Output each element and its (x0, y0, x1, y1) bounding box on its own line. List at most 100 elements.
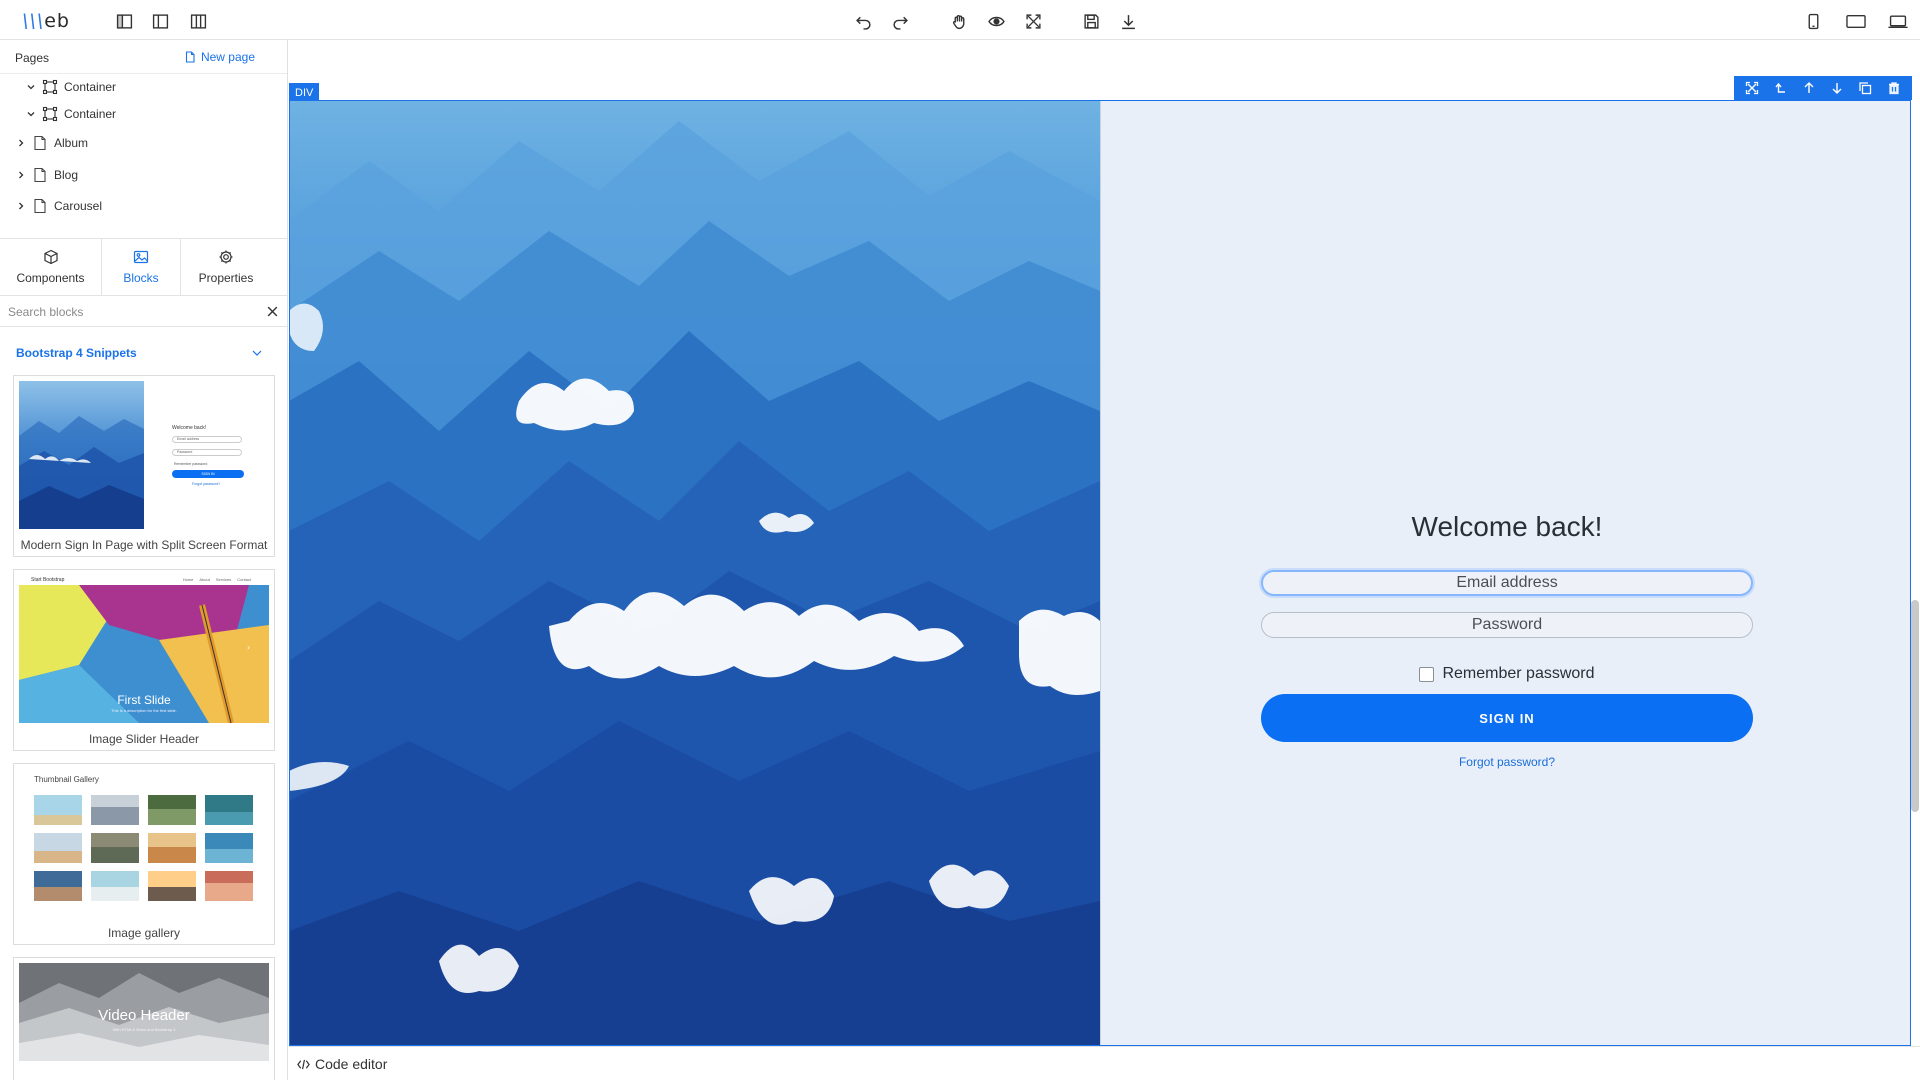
thumb-gallery-title: Thumbnail Gallery (34, 775, 99, 784)
code-icon (297, 1059, 310, 1069)
svg-text:›: › (247, 643, 250, 652)
pages-title: Pages (15, 51, 50, 65)
block-card-slider[interactable]: Start Bootstrap Home About Services Cont… (13, 569, 275, 751)
tab-label: Properties (198, 271, 254, 285)
tree-item-label: Container (64, 107, 117, 121)
pages-header: Pages New page (0, 40, 287, 74)
top-toolbar: \\\ eb (0, 0, 1920, 40)
select-parent-icon[interactable] (1772, 80, 1788, 96)
tree-item-label: Album (54, 136, 89, 150)
block-card-video[interactable]: Video Header With HTML5 Video and Bootst… (13, 957, 275, 1080)
block-label: Modern Sign In Page with Split Screen Fo… (20, 538, 268, 552)
thumb-video-title: Video Header (98, 1007, 190, 1024)
chevron-right-icon[interactable] (16, 138, 26, 148)
tree-item-blog[interactable]: Blog (16, 164, 78, 186)
tree-item-album[interactable]: Album (16, 132, 88, 154)
duplicate-icon[interactable] (1857, 80, 1873, 96)
block-thumb-video: Video Header With HTML5 Video and Bootst… (19, 963, 269, 1061)
tab-components[interactable]: Components (0, 239, 101, 295)
container-icon (42, 79, 58, 95)
thumb-nav-about: About (199, 577, 210, 582)
thumb-nav: Home About Services Contact (183, 577, 251, 582)
desktop-view-icon[interactable] (1885, 10, 1911, 32)
move-down-icon[interactable] (1829, 80, 1845, 96)
gallery-thumbnail (34, 795, 253, 901)
block-label: Image Slider Header (88, 732, 200, 746)
code-editor-button[interactable]: Code editor (297, 1056, 387, 1072)
tree-item-container-2[interactable]: Container (26, 103, 116, 125)
layout-right-icon[interactable] (187, 10, 209, 32)
logo-text: eb (44, 10, 70, 32)
chevron-down-icon[interactable] (26, 109, 36, 119)
preview-eye-icon[interactable] (985, 10, 1007, 32)
blocks-search (0, 297, 287, 327)
search-input[interactable] (8, 303, 258, 321)
gallery-row-2 (34, 833, 253, 863)
save-icon[interactable] (1080, 10, 1102, 32)
move-up-icon[interactable] (1801, 80, 1817, 96)
close-icon[interactable] (266, 305, 279, 318)
mobile-view-icon[interactable] (1802, 10, 1824, 32)
thumb-nav-contact: Contact (237, 577, 251, 582)
tree-item-label: Carousel (54, 199, 103, 213)
layout-left-icon[interactable] (113, 10, 135, 32)
block-thumb-slider: Start Bootstrap Home About Services Cont… (19, 575, 269, 723)
gallery-row-1 (34, 795, 253, 825)
image-icon (133, 250, 149, 264)
tree-item-label: Blog (54, 168, 79, 182)
fullscreen-select-icon[interactable] (1744, 80, 1760, 96)
cube-icon (43, 249, 58, 265)
container-icon (42, 106, 58, 122)
block-card-gallery[interactable]: Thumbnail Gallery Image gallery (13, 763, 275, 945)
canvas-scrollbar[interactable] (1911, 600, 1919, 812)
thumb-slide-text: This is a description for the first slid… (111, 708, 177, 713)
thumb-nav-services: Services (215, 577, 232, 582)
page-icon (34, 167, 46, 183)
block-card-signin[interactable]: Welcome back! Email address Password Rem… (13, 375, 275, 557)
thumb-email-field: Email address (172, 436, 242, 443)
app-logo[interactable]: \\\ eb (22, 9, 70, 33)
tab-label: Components (16, 271, 85, 285)
group-title: Bootstrap 4 Snippets (16, 346, 137, 360)
undo-icon[interactable] (852, 10, 874, 32)
tree-item-container-1[interactable]: Container (26, 76, 116, 98)
new-page-label: New page (200, 50, 255, 64)
fullscreen-icon[interactable] (1022, 10, 1044, 32)
thumb-forgot: Forgot password? (192, 482, 221, 486)
delete-icon[interactable] (1886, 80, 1902, 96)
chevron-down-icon[interactable] (251, 347, 263, 359)
tab-label: Blocks (123, 271, 159, 285)
thumb-nav-home: Home (182, 577, 194, 582)
selection-outline (289, 100, 1911, 1046)
hand-icon[interactable] (948, 10, 970, 32)
thumb-welcome: Welcome back! (172, 425, 207, 431)
editor-canvas[interactable]: DIV Welcome back! Email address Remember… (289, 40, 1920, 1046)
chevron-right-icon[interactable] (16, 201, 26, 211)
tab-properties[interactable]: Properties (181, 239, 271, 295)
panel-tabs: Components Blocks Properties (0, 238, 287, 296)
new-page-icon (185, 51, 195, 63)
page-icon (34, 198, 46, 214)
blocks-group-header[interactable]: Bootstrap 4 Snippets (0, 336, 287, 366)
redo-icon[interactable] (889, 10, 911, 32)
thumb-brand: Start Bootstrap (31, 577, 65, 583)
tab-blocks[interactable]: Blocks (101, 239, 181, 295)
gallery-row-3 (34, 871, 253, 901)
thumb-video-subtitle: With HTML5 Video and Bootstrap 4 (112, 1027, 176, 1032)
tree-item-carousel[interactable]: Carousel (16, 195, 102, 217)
thumb-password-field: Password (172, 449, 242, 456)
bottom-bar: Code editor (289, 1046, 1920, 1080)
chevron-right-icon[interactable] (16, 170, 26, 180)
download-icon[interactable] (1117, 10, 1139, 32)
layout-center-icon[interactable] (149, 10, 171, 32)
logo-prefix: \\\ (22, 10, 45, 32)
tree-item-label: Container (64, 80, 117, 94)
chevron-down-icon[interactable] (26, 82, 36, 92)
page-icon (34, 135, 46, 151)
gear-icon (219, 250, 233, 264)
tablet-view-icon[interactable] (1843, 10, 1869, 32)
selection-toolbar (1734, 76, 1912, 100)
new-page-button[interactable]: New page (184, 50, 255, 64)
code-editor-label: Code editor (315, 1056, 388, 1072)
thumb-remember: Remember password (174, 462, 208, 466)
